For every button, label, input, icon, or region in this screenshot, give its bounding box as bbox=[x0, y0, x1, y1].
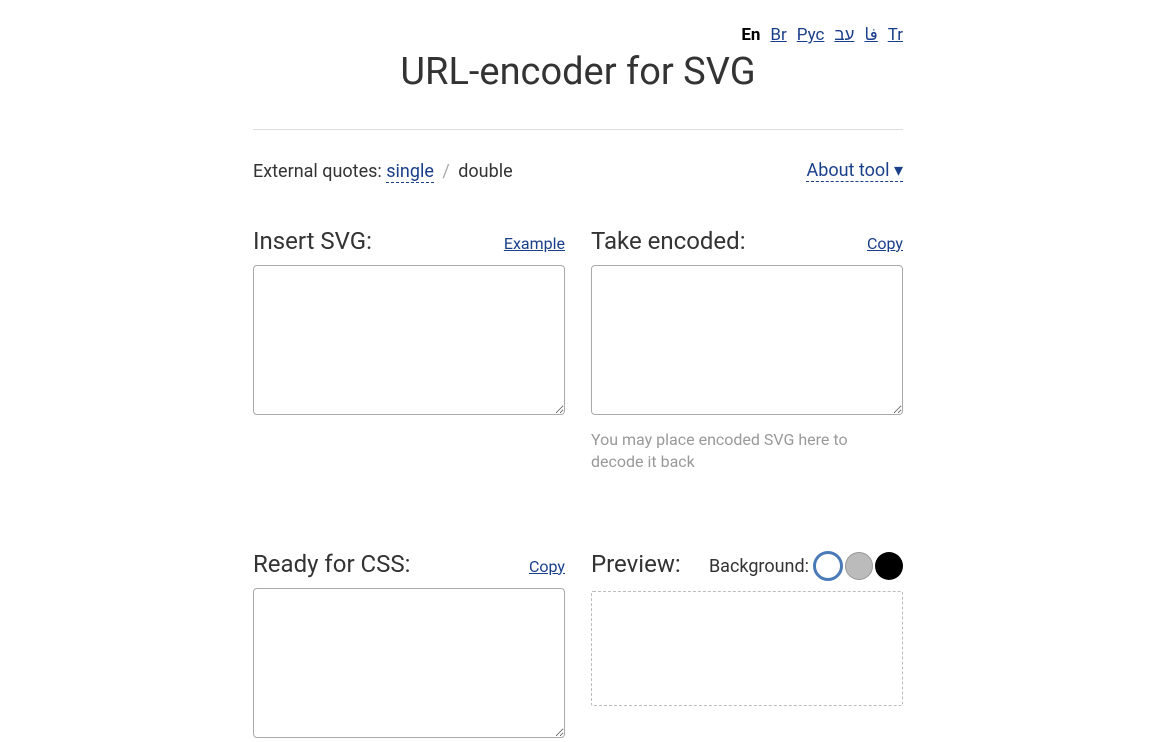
css-panel: Ready for CSS: Copy bbox=[253, 550, 565, 742]
quotes-control: External quotes: single / double bbox=[253, 161, 513, 182]
example-link[interactable]: Example bbox=[504, 234, 565, 253]
lang-en: En bbox=[741, 25, 760, 45]
quotes-single[interactable]: single bbox=[386, 161, 434, 183]
lang-br[interactable]: Br bbox=[770, 25, 786, 45]
encoded-textarea[interactable] bbox=[591, 265, 903, 415]
insert-svg-textarea[interactable] bbox=[253, 265, 565, 415]
encoded-hint: You may place encoded SVG here to decode… bbox=[591, 429, 903, 474]
lang-tr[interactable]: Tr bbox=[888, 25, 903, 45]
insert-panel: Insert SVG: Example bbox=[253, 227, 565, 474]
quotes-label: External quotes: bbox=[253, 161, 382, 182]
bg-swatch-black[interactable] bbox=[875, 552, 903, 580]
lang-l5[interactable]: עב bbox=[834, 25, 854, 45]
css-heading: Ready for CSS: bbox=[253, 550, 410, 578]
quotes-sep: / bbox=[442, 161, 449, 182]
about-tool-toggle[interactable]: About tool ▾ bbox=[806, 160, 903, 182]
css-textarea[interactable] bbox=[253, 588, 565, 738]
quotes-double[interactable]: double bbox=[458, 161, 512, 182]
language-nav: En Br Рус فا עב Tr bbox=[253, 25, 903, 45]
bg-swatch-silver[interactable] bbox=[845, 552, 873, 580]
lang-l4[interactable]: فا bbox=[864, 25, 877, 45]
insert-heading: Insert SVG: bbox=[253, 227, 372, 255]
copy-css-link[interactable]: Copy bbox=[529, 557, 565, 576]
lang-rus[interactable]: Рус bbox=[797, 25, 825, 45]
page-title: URL-encoder for SVG bbox=[253, 50, 903, 94]
background-label: Background: bbox=[709, 556, 809, 577]
divider bbox=[253, 129, 903, 130]
encoded-heading: Take encoded: bbox=[591, 227, 746, 255]
encoded-panel: Take encoded: Copy You may place encoded… bbox=[591, 227, 903, 474]
preview-heading: Preview: bbox=[591, 550, 681, 578]
preview-panel: Preview: Background: bbox=[591, 550, 903, 742]
background-controls: Background: bbox=[709, 551, 903, 581]
bg-swatch-white[interactable] bbox=[813, 551, 843, 581]
preview-box bbox=[591, 591, 903, 706]
copy-encoded-link[interactable]: Copy bbox=[867, 234, 903, 253]
